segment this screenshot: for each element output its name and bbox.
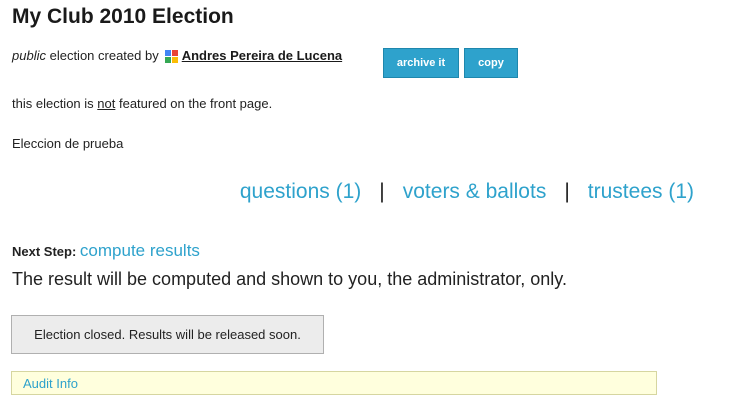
featured-prefix: this election is — [12, 96, 94, 111]
nav-questions-link[interactable]: questions (1) — [240, 180, 361, 204]
nav-voters-link[interactable]: voters & ballots — [403, 180, 547, 204]
archive-button[interactable]: archive it — [383, 48, 459, 78]
result-note: The result will be computed and shown to… — [12, 269, 567, 289]
audit-info-box: Audit Info — [11, 371, 657, 395]
featured-suffix: featured on the front page. — [118, 96, 273, 111]
election-status-message: Election closed. Results will be release… — [11, 315, 324, 354]
nav-separator: | — [379, 180, 385, 203]
visibility-label: public — [12, 48, 46, 63]
audit-info-link[interactable]: Audit Info — [23, 376, 78, 391]
creator-line: public election created by Andres Pereir… — [12, 48, 342, 63]
nav-separator: | — [564, 180, 570, 203]
page-title: My Club 2010 Election — [12, 5, 234, 28]
election-nav: questions (1) | voters & ballots | trust… — [240, 180, 694, 204]
next-step: Next Step: compute results — [12, 241, 200, 261]
featured-negation: not — [97, 96, 116, 111]
compute-results-link[interactable]: compute results — [80, 241, 200, 260]
created-by-text: election created by — [49, 48, 159, 63]
next-step-label: Next Step: — [12, 244, 77, 259]
featured-status: this election is not featured on the fro… — [12, 96, 272, 111]
nav-trustees-link[interactable]: trustees (1) — [588, 180, 694, 204]
copy-button[interactable]: copy — [464, 48, 518, 78]
google-icon — [164, 50, 178, 63]
creator-name: Andres Pereira de Lucena — [181, 48, 343, 63]
election-description: Eleccion de prueba — [12, 136, 124, 151]
